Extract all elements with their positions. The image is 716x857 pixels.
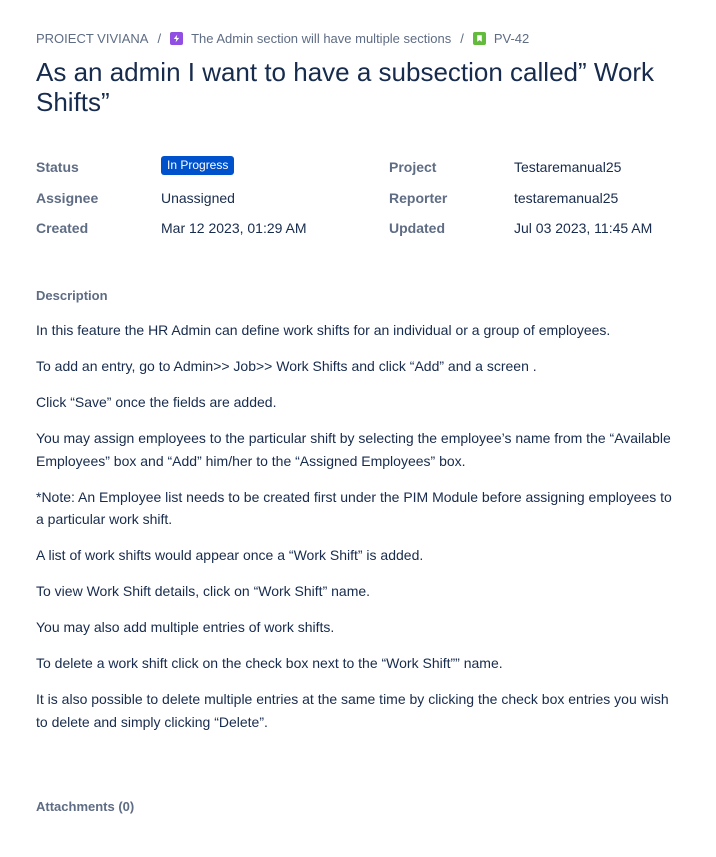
field-row-status: Status In Progress Project Testaremanual… — [36, 155, 676, 186]
created-label: Created — [36, 220, 89, 236]
description-paragraph: It is also possible to delete multiple e… — [36, 691, 669, 730]
assignee-value: Unassigned — [161, 189, 235, 206]
breadcrumb-separator: / — [460, 31, 464, 46]
description-body: In this feature the HR Admin can define … — [36, 319, 682, 747]
updated-label: Updated — [389, 220, 445, 236]
page-title: As an admin I want to have a subsection … — [36, 57, 655, 117]
description-label: Description — [36, 288, 108, 303]
updated-value: Jul 03 2023, 11:45 AM — [514, 220, 653, 236]
description-paragraph: To delete a work shift click on the chec… — [36, 655, 503, 671]
breadcrumb-epic[interactable]: The Admin section will have multiple sec… — [191, 31, 451, 46]
reporter-label: Reporter — [389, 189, 448, 206]
description-paragraph: Click “Save” once the fields are added. — [36, 394, 277, 410]
description-paragraph: You may assign employees to the particul… — [36, 430, 671, 469]
breadcrumb-project[interactable]: PROIECT VIVIANA — [36, 31, 148, 46]
breadcrumb: PROIECT VIVIANA / The Admin section will… — [36, 31, 529, 46]
breadcrumb-issue-key[interactable]: PV-42 — [494, 31, 529, 46]
epic-icon — [170, 32, 184, 45]
reporter-value: testaremanual25 — [514, 189, 619, 206]
issue-fields: Status In Progress Project Testaremanual… — [36, 155, 676, 247]
breadcrumb-separator: / — [157, 31, 162, 46]
created-value: Mar 12 2023, 01:29 AM — [161, 220, 307, 236]
project-label: Project — [389, 159, 437, 175]
attachments-label: Attachments (0) — [36, 799, 135, 814]
status-label: Status — [36, 159, 79, 175]
status-badge[interactable]: In Progress — [161, 156, 235, 175]
description-paragraph: *Note: An Employee list needs to be crea… — [36, 488, 672, 528]
description-paragraph: A list of work shifts would appear once … — [36, 547, 424, 563]
field-row-created: Created Mar 12 2023, 01:29 AM Updated Ju… — [36, 216, 676, 247]
story-icon — [472, 32, 486, 45]
description-paragraph: To add an entry, go to Admin>> Job>> Wor… — [36, 358, 537, 374]
description-paragraph: You may also add multiple entries of wor… — [36, 619, 335, 635]
project-value: Testaremanual25 — [514, 159, 622, 175]
assignee-label: Assignee — [36, 189, 99, 206]
description-paragraph: To view Work Shift details, click on “Wo… — [36, 583, 371, 599]
description-paragraph: In this feature the HR Admin can define … — [36, 322, 611, 338]
field-row-assignee: Assignee Unassigned Reporter testaremanu… — [36, 186, 676, 217]
